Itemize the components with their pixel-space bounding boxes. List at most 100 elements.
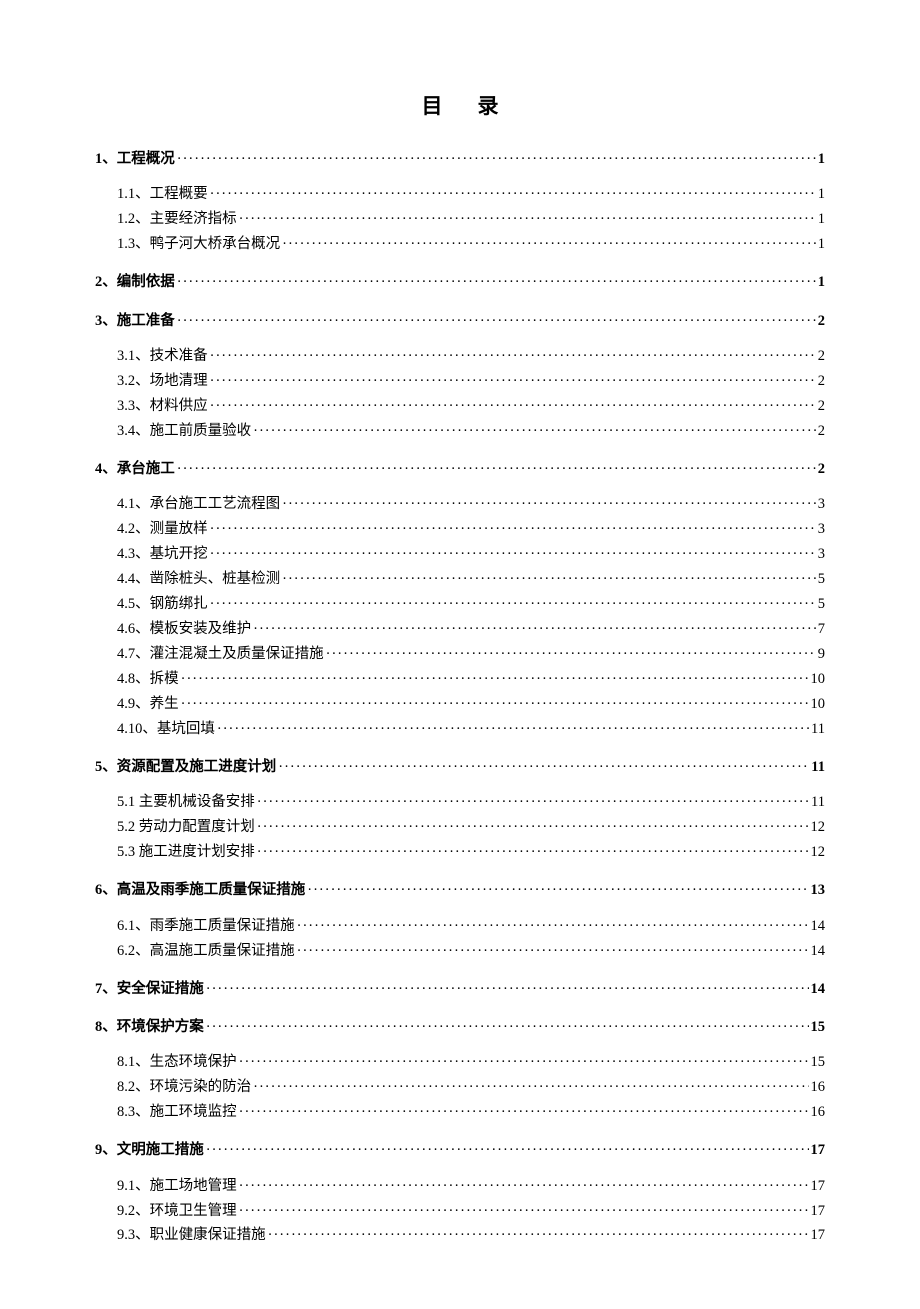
toc-entry: 3、施工准备 2 [95, 310, 825, 333]
toc-leader [210, 543, 816, 566]
toc-label: 1.1、工程概要 [117, 183, 208, 206]
toc-entry: 1、工程概况1 [95, 148, 825, 171]
toc-leader [257, 841, 809, 864]
toc-leader [181, 693, 809, 716]
toc-entry: 1.3、鸭子河大桥承台概况 1 [95, 233, 825, 256]
toc-leader [282, 493, 816, 516]
toc-label: 3、施工准备 [95, 310, 175, 333]
toc-entry: 1.2、主要经济指标1 [95, 208, 825, 231]
toc-leader [177, 148, 816, 171]
toc-page: 1 [818, 271, 825, 294]
toc-page: 11 [811, 791, 825, 814]
toc-page: 17 [811, 1175, 826, 1198]
toc-page: 2 [818, 420, 825, 443]
toc-page: 15 [811, 1016, 826, 1039]
toc-page: 11 [811, 756, 825, 779]
toc-entry: 4.4、凿除桩头、桩基检测5 [95, 568, 825, 591]
toc-leader [181, 668, 809, 691]
toc-page: 7 [818, 618, 825, 641]
toc-page: 14 [811, 940, 826, 963]
toc-label: 8.3、施工环境监控 [117, 1101, 237, 1124]
toc-leader [210, 183, 816, 206]
toc-label: 8、环境保护方案 [95, 1016, 204, 1039]
toc-page: 2 [818, 370, 825, 393]
toc-page: 1 [818, 183, 825, 206]
toc-leader [282, 568, 816, 591]
toc-leader [177, 458, 816, 481]
toc-entry: 4.6、模板安装及维护 7 [95, 618, 825, 641]
toc-entry: 3.4、施工前质量验收2 [95, 420, 825, 443]
toc-leader [268, 1224, 809, 1247]
toc-label: 7、安全保证措施 [95, 978, 204, 1001]
toc-label: 4.8、拆模 [117, 668, 179, 691]
toc-label: 1.3、鸭子河大桥承台概况 [117, 233, 280, 256]
toc-page: 15 [811, 1051, 826, 1074]
toc-leader [278, 756, 809, 779]
toc-page: 1 [818, 233, 825, 256]
toc-page: 3 [818, 543, 825, 566]
toc-leader [177, 310, 816, 333]
toc-page: 10 [811, 693, 826, 716]
toc-entry: 5.1 主要机械设备安排11 [95, 791, 825, 814]
toc-label: 4.1、承台施工工艺流程图 [117, 493, 280, 516]
toc-leader [206, 1016, 809, 1039]
toc-label: 3.3、材料供应 [117, 395, 208, 418]
toc-entry: 6、高温及雨季施工质量保证措施13 [95, 879, 825, 902]
toc-page: 2 [818, 395, 825, 418]
toc-page: 17 [811, 1139, 826, 1162]
toc-entry: 4、承台施工 2 [95, 458, 825, 481]
toc-entry: 9.2、环境卫生管理17 [95, 1200, 825, 1223]
toc-page: 3 [818, 518, 825, 541]
toc-leader [257, 791, 809, 814]
toc-leader [206, 978, 809, 1001]
toc-page: 1 [818, 208, 825, 231]
toc-entry: 8.1、生态环境保护 15 [95, 1051, 825, 1074]
toc-leader [217, 718, 809, 741]
toc-label: 9、文明施工措施 [95, 1139, 204, 1162]
toc-page: 1 [818, 148, 825, 171]
toc-leader [257, 816, 809, 839]
toc-leader [206, 1139, 809, 1162]
toc-container: 1、工程概况11.1、工程概要11.2、主要经济指标11.3、鸭子河大桥承台概况… [95, 148, 825, 1248]
toc-label: 9.1、施工场地管理 [117, 1175, 237, 1198]
toc-entry: 4.3、基坑开挖3 [95, 543, 825, 566]
toc-entry: 8.3、施工环境监控 16 [95, 1101, 825, 1124]
toc-page: 10 [811, 668, 826, 691]
toc-entry: 7、安全保证措施14 [95, 978, 825, 1001]
toc-label: 4.2、测量放样 [117, 518, 208, 541]
toc-label: 8.1、生态环境保护 [117, 1051, 237, 1074]
toc-leader [239, 1200, 809, 1223]
toc-entry: 4.8、拆模 10 [95, 668, 825, 691]
toc-entry: 5、资源配置及施工进度计划11 [95, 756, 825, 779]
toc-leader [210, 345, 816, 368]
toc-page: 3 [818, 493, 825, 516]
toc-leader [326, 643, 816, 666]
toc-entry: 6.2、高温施工质量保证措施 14 [95, 940, 825, 963]
toc-title: 目录 [95, 90, 825, 120]
toc-entry: 8.2、环境污染的防治 16 [95, 1076, 825, 1099]
toc-entry: 3.3、材料供应 2 [95, 395, 825, 418]
toc-label: 6.2、高温施工质量保证措施 [117, 940, 295, 963]
toc-leader [253, 1076, 808, 1099]
toc-page: 2 [818, 345, 825, 368]
toc-leader [210, 370, 816, 393]
toc-leader [177, 271, 816, 294]
toc-entry: 4.10、基坑回填11 [95, 718, 825, 741]
toc-label: 4.10、基坑回填 [117, 718, 215, 741]
toc-label: 4.7、灌注混凝土及质量保证措施 [117, 643, 324, 666]
toc-label: 4.6、模板安装及维护 [117, 618, 251, 641]
toc-leader [282, 233, 816, 256]
toc-leader [297, 915, 809, 938]
toc-entry: 9.3、职业健康保证措施17 [95, 1224, 825, 1247]
toc-label: 8.2、环境污染的防治 [117, 1076, 251, 1099]
toc-label: 4、承台施工 [95, 458, 175, 481]
toc-page: 16 [811, 1101, 826, 1124]
toc-page: 12 [811, 841, 826, 864]
toc-page: 2 [818, 458, 825, 481]
toc-label: 5.3 施工进度计划安排 [117, 841, 255, 864]
toc-page: 2 [818, 310, 825, 333]
toc-label: 4.9、养生 [117, 693, 179, 716]
toc-entry: 8、环境保护方案 15 [95, 1016, 825, 1039]
toc-page: 16 [811, 1076, 826, 1099]
toc-leader [210, 518, 816, 541]
